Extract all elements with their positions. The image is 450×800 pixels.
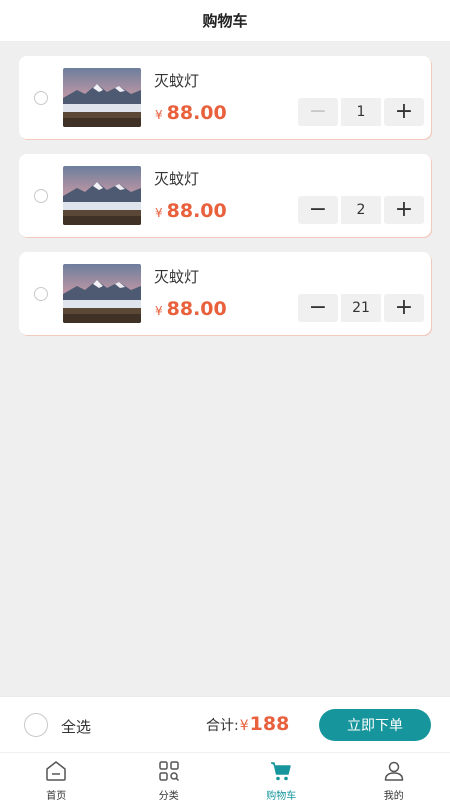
increment-button[interactable]: + [384, 98, 424, 126]
cart-icon [269, 759, 293, 783]
checkout-bar: 全选 合计: ¥ 188 立即下单 [0, 696, 450, 752]
select-all-label[interactable]: 全选 [61, 716, 91, 737]
cart-list: 灭蚊灯 ¥ 88.00 − 1 + 灭蚊灯 ¥ 88.00 − 2 + 灭蚊灯 … [19, 56, 431, 350]
total-amount: 188 [249, 713, 290, 735]
product-image[interactable] [63, 166, 141, 225]
grid-icon [157, 759, 181, 783]
product-price: ¥ 88.00 [155, 200, 227, 222]
tab-home-label: 首页 [46, 791, 67, 800]
cart-item: 灭蚊灯 ¥ 88.00 − 1 + [19, 56, 431, 139]
tab-mine-label: 我的 [383, 791, 404, 800]
product-name[interactable]: 灭蚊灯 [154, 168, 199, 189]
user-icon [382, 759, 406, 783]
place-order-button[interactable]: 立即下单 [319, 709, 431, 741]
tab-home[interactable]: 首页 [0, 753, 113, 800]
item-select-radio[interactable] [34, 189, 48, 203]
page-title: 购物车 [202, 12, 248, 30]
price-amount: 88.00 [166, 298, 227, 320]
quantity-stepper: − 21 + [298, 294, 424, 322]
increment-button[interactable]: + [384, 196, 424, 224]
decrement-button[interactable]: − [298, 98, 338, 126]
quantity-value[interactable]: 21 [341, 294, 381, 322]
product-image[interactable] [63, 68, 141, 127]
cart-item: 灭蚊灯 ¥ 88.00 − 21 + [19, 252, 431, 335]
item-select-radio[interactable] [34, 287, 48, 301]
decrement-button[interactable]: − [298, 294, 338, 322]
price-currency: ¥ [155, 206, 163, 220]
product-price: ¥ 88.00 [155, 102, 227, 124]
increment-button[interactable]: + [384, 294, 424, 322]
tab-category-label: 分类 [158, 791, 179, 800]
quantity-value[interactable]: 1 [341, 98, 381, 126]
product-name[interactable]: 灭蚊灯 [154, 266, 199, 287]
price-amount: 88.00 [166, 200, 227, 222]
header: 购物车 [0, 0, 450, 42]
total-currency: ¥ [239, 718, 249, 734]
tab-cart-label: 购物车 [266, 791, 297, 800]
price-currency: ¥ [155, 108, 163, 122]
home-icon [44, 759, 68, 783]
tab-bar: 首页 分类 购物车 我的 [0, 752, 450, 800]
cart-page: 购物车 灭蚊灯 ¥ 88.00 − 1 + 灭蚊灯 ¥ 88.00 − 2 + … [0, 0, 450, 800]
item-select-radio[interactable] [34, 91, 48, 105]
product-image[interactable] [63, 264, 141, 323]
total-price: 合计: ¥ 188 [206, 713, 289, 735]
tab-mine[interactable]: 我的 [338, 753, 450, 800]
tab-cart[interactable]: 购物车 [225, 753, 338, 800]
quantity-value[interactable]: 2 [341, 196, 381, 224]
total-label: 合计: [206, 718, 239, 734]
price-amount: 88.00 [166, 102, 227, 124]
product-price: ¥ 88.00 [155, 298, 227, 320]
cart-item: 灭蚊灯 ¥ 88.00 − 2 + [19, 154, 431, 237]
price-currency: ¥ [155, 304, 163, 318]
decrement-button[interactable]: − [298, 196, 338, 224]
quantity-stepper: − 1 + [298, 98, 424, 126]
select-all-radio[interactable] [24, 713, 48, 737]
quantity-stepper: − 2 + [298, 196, 424, 224]
tab-category[interactable]: 分类 [113, 753, 226, 800]
product-name[interactable]: 灭蚊灯 [154, 70, 199, 91]
